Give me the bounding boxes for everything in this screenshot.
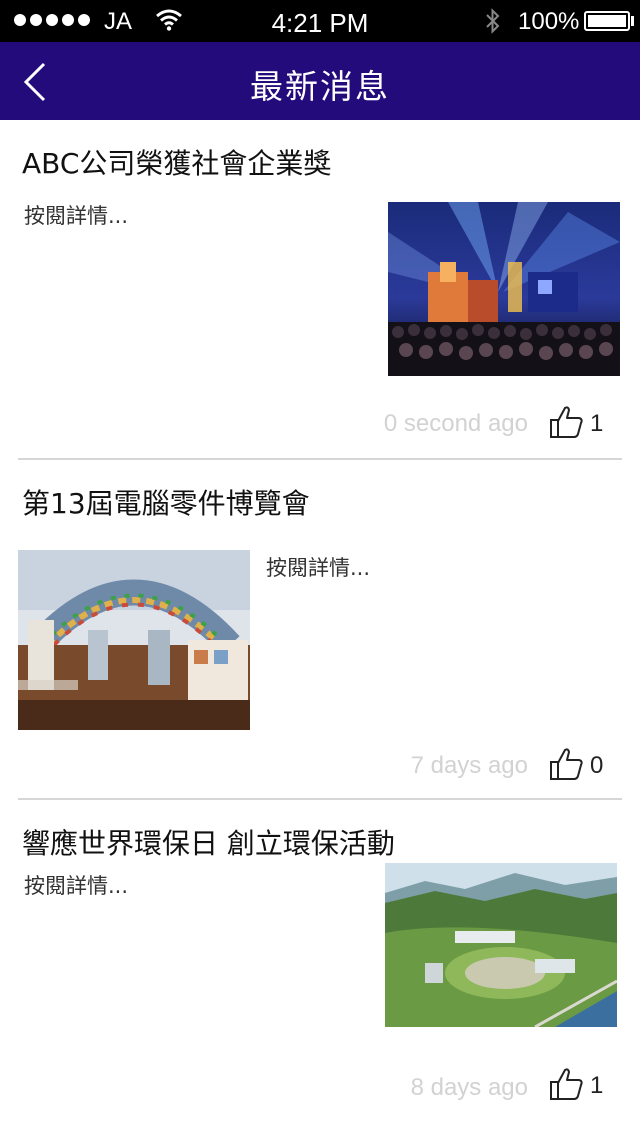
green-campus-aerial-photo <box>385 863 617 1027</box>
news-timestamp: 8 days ago <box>410 1074 528 1101</box>
thumbs-up-icon[interactable] <box>548 1066 584 1102</box>
news-item[interactable]: ABC公司榮獲社會企業獎 按閱詳情... 0 second ago 1 <box>0 120 640 460</box>
thumbs-up-icon[interactable] <box>548 746 584 782</box>
like-count: 1 <box>590 410 604 437</box>
bluetooth-icon <box>486 8 500 34</box>
news-list: ABC公司榮獲社會企業獎 按閱詳情... 0 second ago 1 第13屆… <box>0 120 640 1140</box>
news-timestamp: 0 second ago <box>383 410 528 437</box>
news-thumbnail[interactable] <box>385 863 617 1027</box>
concert-stage-photo <box>388 202 620 376</box>
news-thumbnail[interactable] <box>18 550 250 730</box>
news-item[interactable]: 響應世界環保日 創立環保活動 按閱詳情... 8 days ago 1 <box>0 800 640 1140</box>
news-title[interactable]: ABC公司榮獲社會企業獎 <box>22 142 331 182</box>
news-thumbnail[interactable] <box>388 202 620 376</box>
news-title[interactable]: 第13屆電腦零件博覽會 <box>22 482 310 522</box>
battery-percent: 100% <box>518 8 580 35</box>
nav-bar: 最新消息 <box>0 42 640 120</box>
read-more-link[interactable]: 按閱詳情... <box>24 870 128 900</box>
news-title[interactable]: 響應世界環保日 創立環保活動 <box>22 822 395 862</box>
status-bar: JA 4:21 PM 100% <box>0 0 640 42</box>
page-title: 最新消息 <box>250 67 390 106</box>
thumbs-up-icon[interactable] <box>548 404 584 440</box>
battery-tip <box>631 16 634 26</box>
read-more-link[interactable]: 按閱詳情... <box>266 552 370 582</box>
like-count: 0 <box>590 752 604 779</box>
battery-icon <box>584 11 630 31</box>
news-timestamp: 7 days ago <box>410 752 528 779</box>
read-more-link[interactable]: 按閱詳情... <box>24 200 128 230</box>
news-item[interactable]: 第13屆電腦零件博覽會 按閱詳情... 7 days ago 0 <box>0 460 640 800</box>
exhibition-hall-photo <box>18 550 250 730</box>
like-count: 1 <box>590 1072 604 1099</box>
